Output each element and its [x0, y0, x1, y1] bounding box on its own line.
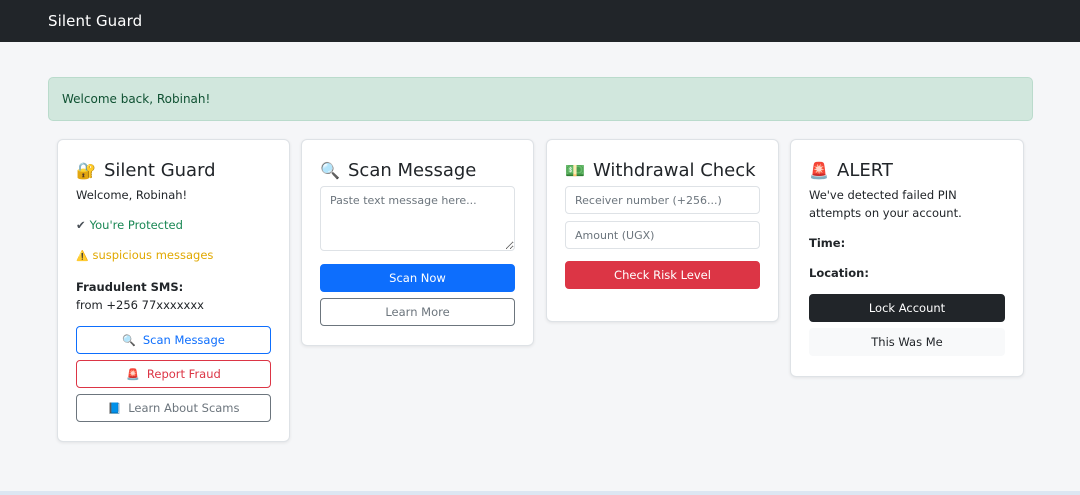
search-icon: 🔍 [320, 160, 340, 180]
message-textarea[interactable] [320, 186, 515, 251]
withdrawal-check-card: 💵 Withdrawal Check Check Risk Level [546, 139, 779, 322]
scan-message-title-text: Scan Message [348, 159, 477, 181]
lock-account-button[interactable]: Lock Account [809, 294, 1005, 322]
siren-icon: 🚨 [126, 367, 140, 381]
alert-card: 🚨 ALERT We've detected failed PIN attemp… [790, 139, 1024, 377]
suspicious-status: ⚠️ suspicious messages [76, 246, 271, 266]
receiver-number-input[interactable] [565, 186, 760, 214]
main-container: Welcome back, Robinah! 🔐 Silent Guard We… [48, 77, 1033, 442]
fraudulent-sms-sender: from +256 77xxxxxxx [76, 298, 204, 312]
silent-guard-title-text: Silent Guard [104, 159, 216, 181]
amount-input[interactable] [565, 221, 760, 249]
alert-location-label: Location: [809, 266, 869, 280]
check-icon: ✔ [76, 218, 86, 232]
report-fraud-label: Report Fraud [146, 367, 221, 381]
withdrawal-check-title: 💵 Withdrawal Check [565, 159, 760, 181]
book-icon: 📘 [107, 401, 122, 415]
top-navbar: Silent Guard [0, 0, 1080, 42]
fraudulent-sms-label: Fraudulent SMS: [76, 280, 184, 294]
suspicious-status-text: suspicious messages [92, 248, 214, 262]
money-icon: 💵 [565, 160, 585, 180]
welcome-alert: Welcome back, Robinah! [48, 77, 1033, 121]
alert-time-label: Time: [809, 236, 846, 250]
scan-now-button[interactable]: Scan Now [320, 264, 515, 292]
withdrawal-check-title-text: Withdrawal Check [593, 159, 756, 181]
scan-message-title: 🔍 Scan Message [320, 159, 515, 181]
scan-message-label: Scan Message [142, 333, 225, 347]
scan-message-button[interactable]: 🔍 Scan Message [76, 326, 271, 354]
alert-message: We've detected failed PIN attempts on yo… [809, 188, 962, 220]
this-was-me-button[interactable]: This Was Me [809, 328, 1005, 356]
silent-guard-card: 🔐 Silent Guard Welcome, Robinah! ✔ You're… [57, 139, 290, 442]
check-risk-level-button[interactable]: Check Risk Level [565, 261, 760, 289]
welcome-alert-text: Welcome back, Robinah! [62, 92, 211, 106]
silent-guard-title: 🔐 Silent Guard [76, 159, 271, 181]
lock-icon: 🔐 [76, 160, 96, 180]
siren-icon: 🚨 [809, 160, 829, 180]
protected-status-text: You're Protected [89, 218, 183, 232]
welcome-text: Welcome, Robinah! [76, 188, 188, 202]
alert-title-text: ALERT [837, 159, 893, 181]
protected-status: ✔ You're Protected [76, 216, 271, 234]
warning-icon: ⚠️ [76, 251, 89, 262]
report-fraud-button[interactable]: 🚨 Report Fraud [76, 360, 271, 388]
learn-about-scams-button[interactable]: 📘 Learn About Scams [76, 394, 271, 422]
bottom-strip [0, 491, 1080, 495]
search-icon: 🔍 [122, 333, 136, 347]
learn-about-scams-label: Learn About Scams [128, 401, 240, 415]
navbar-brand[interactable]: Silent Guard [48, 12, 142, 30]
alert-title: 🚨 ALERT [809, 159, 1005, 181]
scan-message-card: 🔍 Scan Message Scan Now Learn More [301, 139, 534, 346]
learn-more-button[interactable]: Learn More [320, 298, 515, 326]
